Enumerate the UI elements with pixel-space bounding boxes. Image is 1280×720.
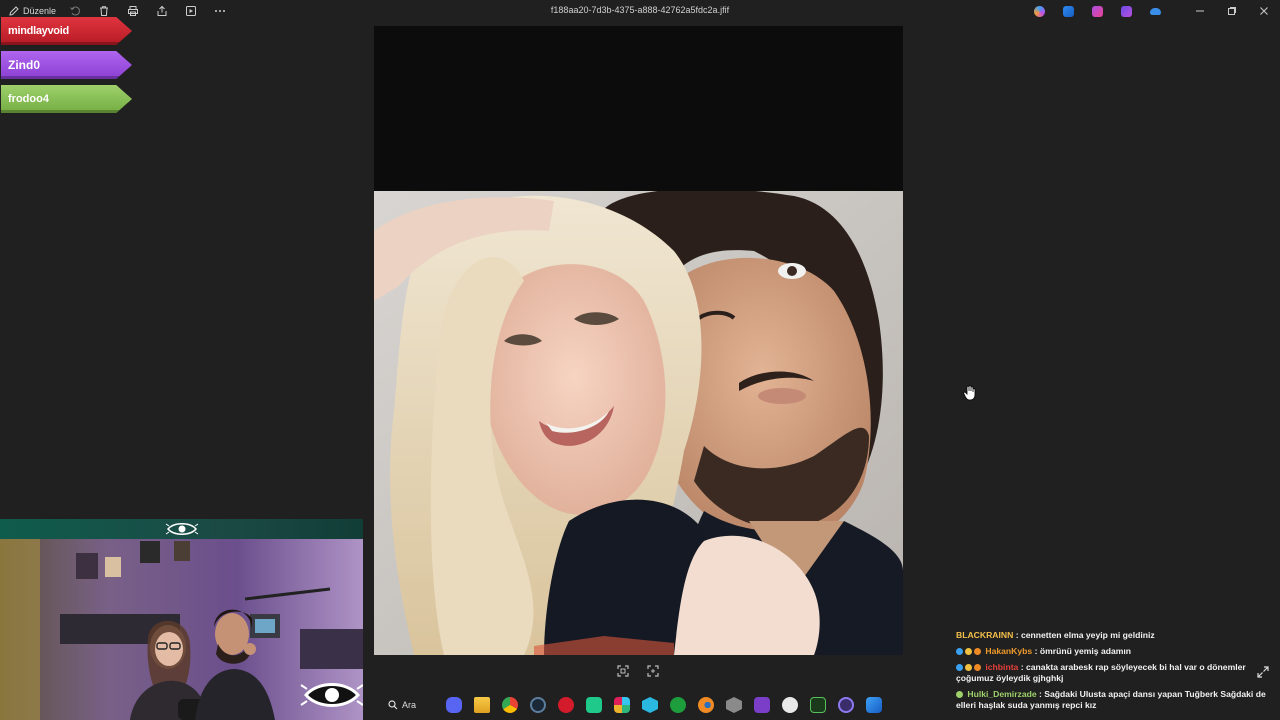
steam-icon[interactable] (530, 697, 546, 713)
share-icon (157, 5, 167, 16)
share-button[interactable] (147, 0, 176, 22)
designer-icon[interactable] (1121, 5, 1132, 17)
stream-chat: BLACKRAINN : cennetten elma yeyip mi gel… (956, 630, 1272, 716)
chat-username: BLACKRAINN (956, 630, 1014, 640)
more-icon (214, 10, 225, 12)
search-label: Ara (402, 700, 417, 710)
restore-button[interactable] (1216, 0, 1248, 22)
taskbar-search[interactable]: Ara (388, 694, 432, 716)
pt-app-icon[interactable] (810, 697, 826, 713)
badge-icon (956, 647, 963, 655)
image-viewer[interactable] (374, 26, 903, 655)
hex-app-icon[interactable] (726, 697, 742, 713)
title-bar-right (1025, 0, 1280, 22)
displayed-photo[interactable] (374, 191, 903, 655)
chat-text: ömrünü yemiş adamın (1039, 645, 1132, 656)
slideshow-icon (185, 6, 196, 16)
green-app-icon[interactable] (586, 697, 602, 713)
slideshow-button[interactable] (176, 0, 205, 22)
fit-to-window-icon[interactable] (616, 664, 630, 678)
chat-text: cennetten elma yeyip mi geldiniz (1020, 630, 1155, 640)
badge-icon (956, 690, 963, 698)
xbox-icon[interactable] (670, 697, 686, 713)
print-icon (127, 6, 138, 16)
clipchamp-icon[interactable] (1092, 5, 1103, 17)
chat-message: BLACKRAINN : cennetten elma yeyip mi gel… (956, 630, 1272, 641)
close-button[interactable] (1248, 0, 1280, 22)
circle-app-icon[interactable] (838, 697, 854, 713)
blender-icon[interactable] (698, 697, 714, 713)
overlay-name-label: Zind0 (8, 58, 40, 72)
close-icon (1260, 7, 1268, 15)
more-options-button[interactable] (205, 0, 234, 22)
onedrive-icon[interactable] (1150, 7, 1161, 15)
overlay-name-label: frodoo4 (8, 93, 49, 105)
minimize-button[interactable] (1184, 0, 1216, 22)
discord-icon[interactable] (446, 697, 462, 713)
slack-icon[interactable] (614, 697, 630, 713)
copilot-icon[interactable] (1034, 5, 1045, 17)
webcam-top-bar (0, 519, 363, 539)
minimize-icon (1196, 10, 1204, 12)
photos-app-window: Düzenle f188aa20-7d3b-4375-a888-42762a5f… (0, 0, 1280, 720)
overlay-name-ribbon: frodoo4 (1, 85, 132, 113)
badge-icon (974, 663, 981, 671)
overlay-name-label: mindlayvoid (8, 25, 69, 37)
actual-size-icon[interactable] (646, 664, 660, 678)
chat-username: Hulki_Demirzade (967, 688, 1037, 699)
eye-logo-icon (165, 523, 199, 535)
delete-icon (99, 6, 108, 16)
taskbar: Ara (370, 690, 930, 720)
blue-app-icon[interactable] (866, 697, 882, 713)
rotate-icon (69, 6, 80, 16)
expand-icon[interactable] (1257, 666, 1269, 678)
overlay-name-ribbon: mindlayvoid (1, 17, 132, 45)
chrome-icon[interactable] (502, 697, 518, 713)
badge-icon (974, 647, 981, 655)
chat-message: ichbinta : canakta arabesk rap söyleyece… (956, 662, 1272, 684)
file-explorer-icon[interactable] (474, 697, 490, 713)
hand-cursor-icon (963, 385, 976, 401)
restore-icon (1228, 7, 1236, 15)
chat-username: ichbinta (985, 661, 1019, 672)
edit-icon (9, 6, 19, 16)
cyan-app-icon[interactable] (642, 697, 658, 713)
webcam-overlay (0, 519, 363, 720)
print-button[interactable] (118, 0, 147, 22)
selfie-photo-illustration (374, 191, 903, 655)
overlay-name-ribbon: Zind0 (1, 51, 132, 79)
badge-icon (965, 647, 972, 655)
opera-icon[interactable] (558, 697, 574, 713)
badge-icon (956, 663, 963, 671)
search-icon (388, 700, 398, 710)
editor-icon[interactable] (1063, 5, 1074, 17)
edit-label: Düzenle (23, 6, 57, 16)
chat-username: HakanKybs (985, 645, 1033, 656)
chat-message: Hulki_Demirzade : Sağdaki Ulusta apaçi d… (956, 689, 1272, 711)
chat-message: HakanKybs : ömrünü yemiş adamın (956, 646, 1272, 657)
title-bar: Düzenle f188aa20-7d3b-4375-a888-42762a5f… (0, 0, 1280, 22)
eye-logo-large-icon (300, 683, 363, 707)
chatgpt-icon[interactable] (782, 697, 798, 713)
purple-app-icon[interactable] (754, 697, 770, 713)
badge-icon (965, 663, 972, 671)
